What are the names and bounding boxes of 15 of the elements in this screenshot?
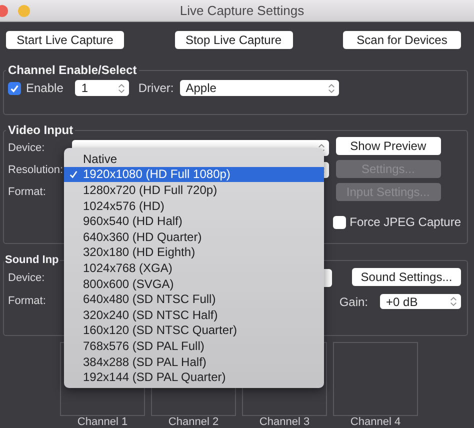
- field-label: Resolution:: [8, 164, 64, 176]
- group-title: Sound Inp: [4, 254, 60, 266]
- field-label: Device:: [8, 272, 46, 284]
- channel-label: Channel 4: [350, 416, 401, 428]
- channel-label: Channel 1: [77, 416, 128, 428]
- group-title: Video Input: [7, 123, 74, 137]
- field-label: Device:: [8, 142, 46, 154]
- field-label: Format:: [8, 294, 47, 306]
- gain-label: Gain:: [339, 294, 368, 308]
- group-title: Channel Enable/Select: [7, 63, 138, 77]
- window-title: Live Capture Settings: [178, 3, 306, 18]
- channel-label: Channel 2: [168, 416, 219, 428]
- channel-label: Channel 3: [259, 416, 310, 428]
- driver-label: Driver:: [138, 81, 174, 95]
- field-label: Format:: [8, 186, 47, 198]
